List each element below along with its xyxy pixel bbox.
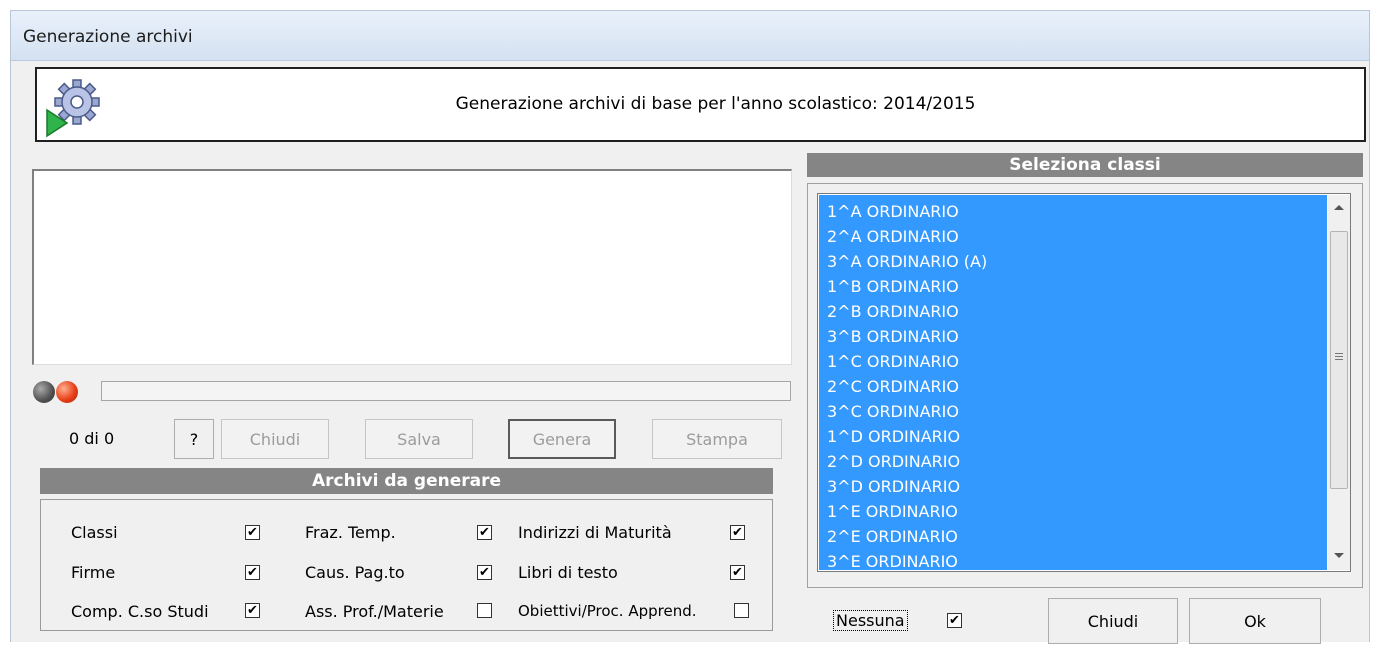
archivio-label-libri-testo: Libri di testo [518, 563, 618, 582]
window-title: Generazione archivi [23, 27, 193, 47]
close-button[interactable]: Chiudi [1048, 598, 1178, 644]
header-text: Generazione archivi di base per l'anno s… [455, 94, 976, 114]
class-list-item[interactable]: 3^C ORDINARIO [819, 399, 1327, 424]
header-panel: Generazione archivi di base per l'anno s… [35, 67, 1366, 142]
checkbox-obiettivi[interactable] [734, 603, 749, 618]
class-list-item[interactable]: 3^E ORDINARIO [819, 549, 1327, 570]
scroll-up-arrow-icon[interactable] [1334, 205, 1344, 210]
close-log-button[interactable]: Chiudi [221, 419, 329, 459]
status-led-red-icon [56, 381, 78, 403]
checkbox-classi[interactable]: ✔ [245, 525, 260, 540]
scroll-thumb[interactable] [1330, 231, 1348, 489]
save-button[interactable]: Salva [365, 419, 473, 459]
checkbox-nessuna[interactable]: ✔ [947, 613, 962, 628]
dialog-window: Generazione archivi Generazione archivi … [10, 10, 1370, 644]
progress-counter: 0 di 0 [69, 429, 115, 448]
generate-button[interactable]: Genera [508, 419, 616, 459]
print-button[interactable]: Stampa [652, 419, 782, 459]
ok-button[interactable]: Ok [1189, 598, 1321, 644]
log-output-area[interactable] [32, 169, 792, 365]
classi-list-items[interactable]: 1^A ORDINARIO 2^A ORDINARIO 3^A ORDINARIO … [819, 195, 1327, 570]
archivio-label-classi: Classi [71, 523, 118, 542]
archivio-label-comp-cso-studi: Comp. C.so Studi [71, 602, 209, 621]
checkbox-comp-cso-studi[interactable]: ✔ [245, 603, 260, 618]
classi-listbox[interactable]: 1^A ORDINARIO 2^A ORDINARIO 3^A ORDINARIO … [817, 193, 1351, 572]
archivi-section-header: Archivi da generare [40, 468, 773, 494]
title-bar[interactable]: Generazione archivi [11, 11, 1369, 61]
class-list-item[interactable]: 1^B ORDINARIO [819, 274, 1327, 299]
class-list-item[interactable]: 3^D ORDINARIO [819, 474, 1327, 499]
checkbox-indirizzi-maturita[interactable]: ✔ [730, 525, 745, 540]
help-button[interactable]: ? [174, 419, 214, 459]
class-list-item[interactable]: 2^C ORDINARIO [819, 374, 1327, 399]
grip-line [1335, 353, 1343, 354]
class-list-item[interactable]: 1^A ORDINARIO [819, 199, 1327, 224]
class-list-item[interactable]: 1^C ORDINARIO [819, 349, 1327, 374]
archivio-label-indirizzi-maturita: Indirizzi di Maturità [518, 523, 672, 542]
archivio-label-firme: Firme [71, 563, 116, 582]
status-led-gray-icon [33, 381, 55, 403]
checkbox-firme[interactable]: ✔ [245, 565, 260, 580]
classi-section-header: Seleziona classi [807, 153, 1363, 177]
class-list-item[interactable]: 2^B ORDINARIO [819, 299, 1327, 324]
class-list-item[interactable]: 1^D ORDINARIO [819, 424, 1327, 449]
archivio-label-fraz-temp: Fraz. Temp. [305, 523, 396, 542]
grip-line [1335, 359, 1343, 360]
class-list-item[interactable]: 3^B ORDINARIO [819, 324, 1327, 349]
checkbox-fraz-temp[interactable]: ✔ [477, 525, 492, 540]
grip-line [1335, 356, 1343, 357]
progress-bar [101, 381, 791, 401]
checkbox-caus-pagto[interactable]: ✔ [477, 565, 492, 580]
class-list-item[interactable]: 2^A ORDINARIO [819, 224, 1327, 249]
classi-scrollbar[interactable] [1328, 195, 1350, 570]
archivio-label-obiettivi: Obiettivi/Proc. Apprend. [518, 602, 697, 620]
scroll-down-arrow-icon[interactable] [1334, 553, 1344, 558]
checkbox-libri-testo[interactable]: ✔ [730, 565, 745, 580]
class-list-item[interactable]: 2^E ORDINARIO [819, 524, 1327, 549]
archivio-label-caus-pagto: Caus. Pag.to [305, 563, 405, 582]
checkbox-ass-prof-materie[interactable] [477, 603, 492, 618]
archivio-label-ass-prof-materie: Ass. Prof./Materie [305, 602, 444, 621]
class-list-item[interactable]: 3^A ORDINARIO (A) [819, 249, 1327, 274]
class-list-item[interactable]: 1^E ORDINARIO [819, 499, 1327, 524]
archivi-checkbox-group: Classi ✔ Firme ✔ Comp. C.so Studi ✔ Fraz… [40, 499, 773, 631]
nessuna-label[interactable]: Nessuna [833, 610, 908, 631]
class-list-item[interactable]: 2^D ORDINARIO [819, 449, 1327, 474]
